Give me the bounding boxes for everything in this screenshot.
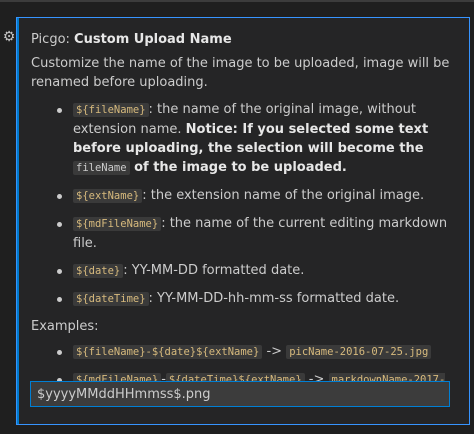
- gear-icon[interactable]: ⚙: [1, 29, 17, 45]
- example-pattern: ${fileName}-${date}${extName}: [73, 345, 263, 359]
- setting-category: Picgo:: [31, 32, 75, 47]
- example-arrow: ->: [266, 344, 283, 359]
- notice-code: fileName: [73, 161, 130, 175]
- variable-code: ${fileName}: [73, 103, 149, 117]
- list-item: ${extName}: the extension name of the or…: [53, 186, 461, 206]
- variable-text: : YY-MM-DD formatted date.: [123, 263, 305, 278]
- setting-description: Customize the name of the image to be up…: [31, 56, 450, 90]
- variable-code: ${date}: [73, 264, 124, 278]
- notice-end-text: of the image to be uploaded.: [129, 160, 347, 175]
- list-item: ${mdFileName}: the name of the current e…: [53, 214, 461, 253]
- top-divider: [0, 0, 474, 2]
- focus-indicator: [17, 18, 19, 424]
- list-item: ${date}: YY-MM-DD formatted date.: [53, 261, 461, 281]
- setting-item: ⚙ Picgo: Custom Upload Name Customize th…: [3, 17, 470, 425]
- variable-text: : YY-MM-DD-hh-mm-ss formatted date.: [148, 291, 400, 306]
- variable-code: ${dateTime}: [73, 292, 149, 306]
- examples-label: Examples:: [31, 319, 99, 334]
- variable-text: : the extension name of the original ima…: [142, 188, 425, 203]
- list-item: ${fileName}-${date}${extName} -> picName…: [53, 342, 461, 362]
- setting-name: Custom Upload Name: [74, 32, 232, 47]
- variable-code: ${mdFileName}: [73, 217, 162, 231]
- variable-code: ${extName}: [73, 189, 143, 203]
- setting-title: Picgo: Custom Upload Name: [31, 30, 461, 49]
- variables-list: ${fileName}: the name of the original im…: [31, 100, 461, 309]
- upload-name-input[interactable]: [30, 381, 450, 407]
- list-item: ${fileName}: the name of the original im…: [53, 100, 461, 178]
- setting-content: Picgo: Custom Upload Name Customize the …: [31, 30, 461, 418]
- example-result: picName-2016-07-25.jpg: [286, 345, 432, 359]
- list-item: ${dateTime}: YY-MM-DD-hh-mm-ss formatted…: [53, 289, 461, 309]
